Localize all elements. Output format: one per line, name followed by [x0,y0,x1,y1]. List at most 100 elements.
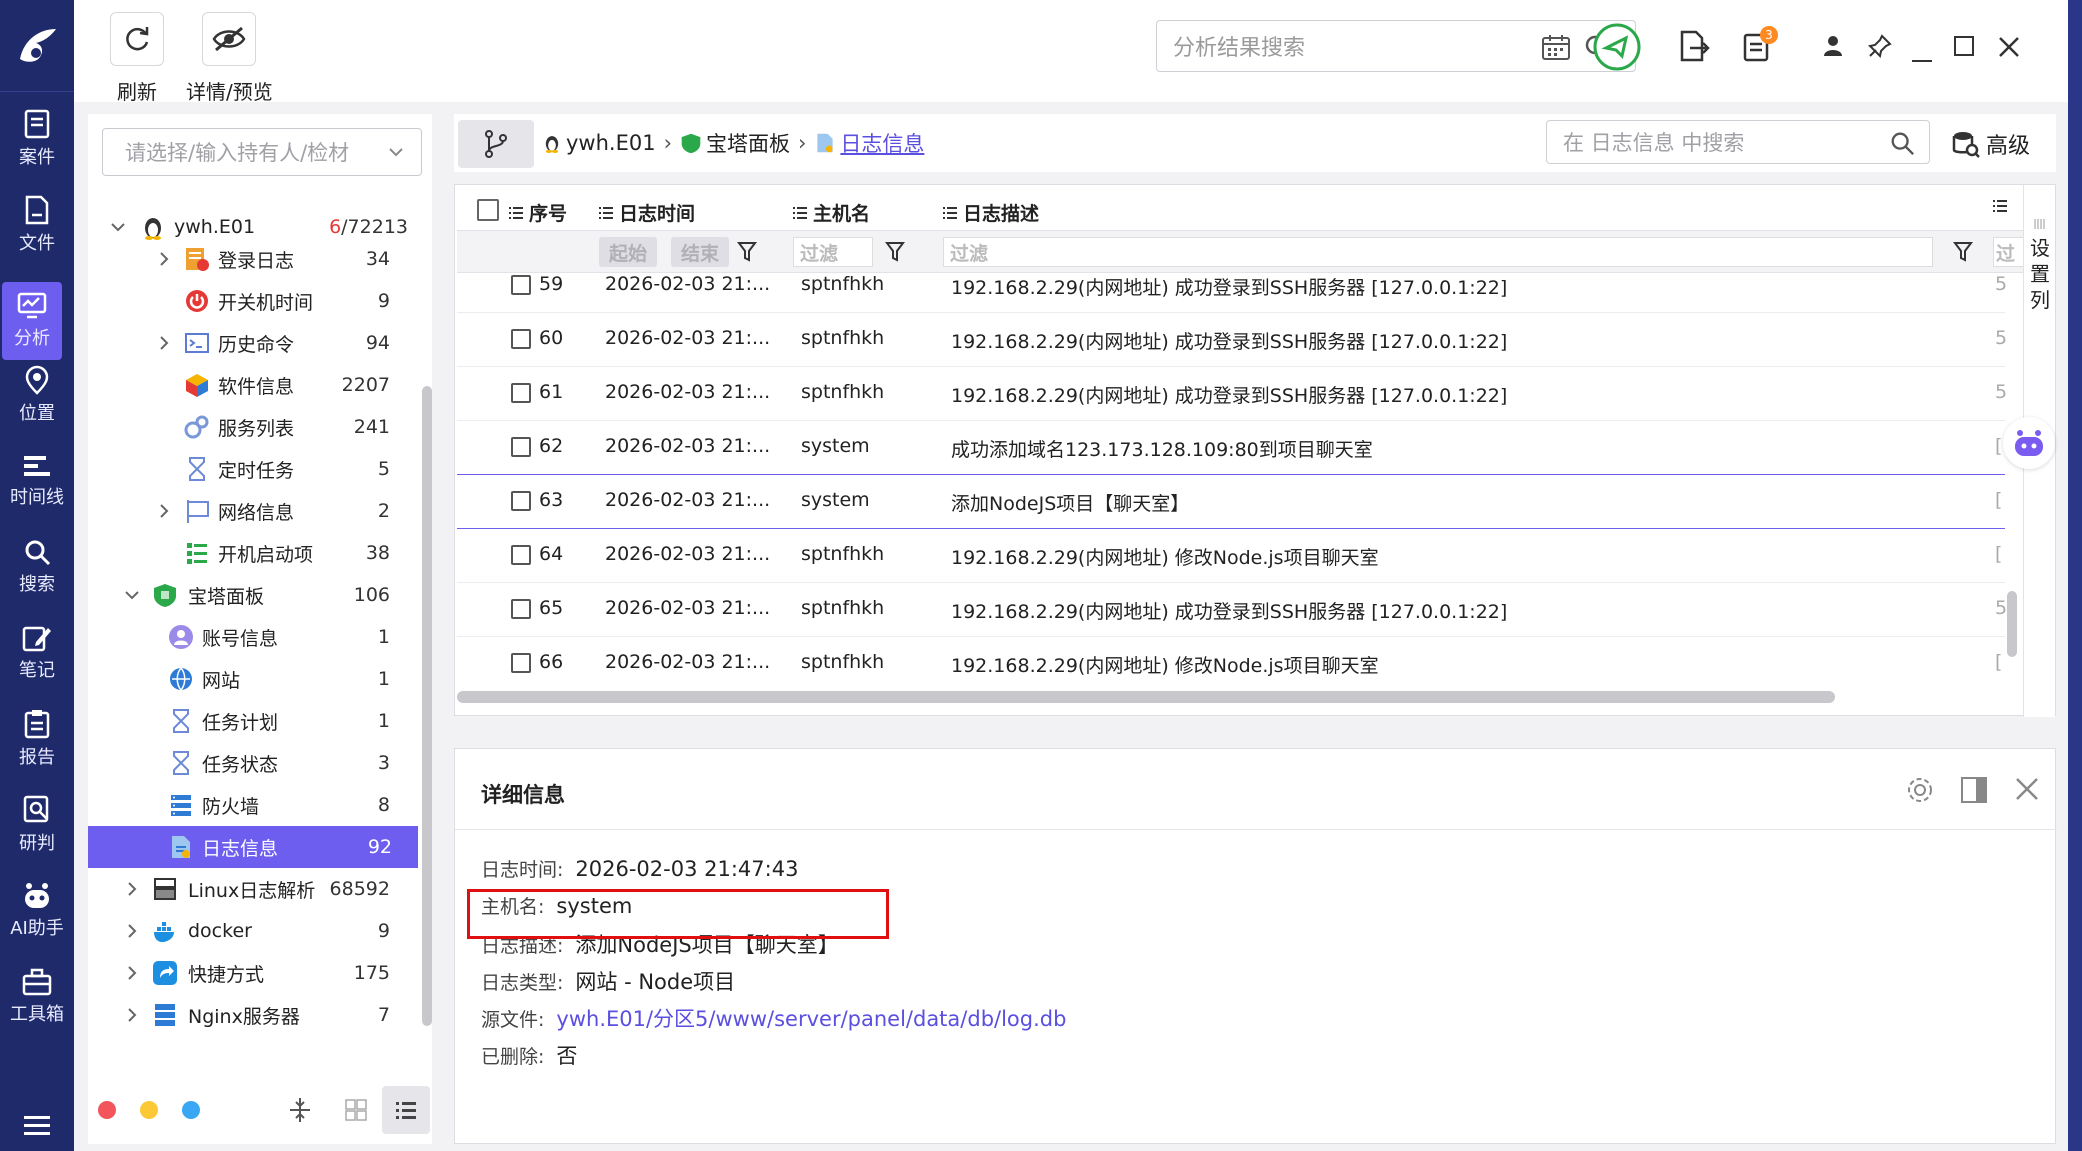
log-search-input[interactable]: 在 日志信息 中搜索 [1546,120,1930,164]
tree-item-history-cmd[interactable]: 历史命令 94 [88,322,418,364]
column-index[interactable]: 序号 [509,199,567,226]
split-panel-icon[interactable] [1959,775,1989,805]
table-row[interactable]: 61 2026-02-03 21:... sptnfhkh 192.168.2.… [457,367,2007,421]
tree-item-account[interactable]: 账号信息 1 [88,616,418,658]
tree-item-linux-log[interactable]: Linux日志解析 68592 [88,868,418,910]
nav-ai-assistant[interactable]: AI助手 [0,872,74,950]
chevron-right-icon[interactable] [156,335,172,351]
chevron-right-icon[interactable] [124,1007,140,1023]
chevron-right-icon[interactable] [124,881,140,897]
extra-filter-input[interactable]: 过 [1993,237,2025,267]
row-checkbox[interactable] [511,599,531,619]
minimize-button[interactable] [1912,44,1932,68]
time-end-filter[interactable]: 结束 [671,237,729,267]
search-icon[interactable] [1889,130,1915,156]
table-row[interactable]: 66 2026-02-03 21:... sptnfhkh 192.168.2.… [457,637,2005,685]
chevron-right-icon[interactable] [124,923,140,939]
chevron-right-icon[interactable] [156,251,172,267]
breadcrumb-current[interactable]: 日志信息 [840,128,924,158]
grid-view-icon[interactable] [344,1098,368,1122]
maximize-button[interactable] [1954,36,1974,61]
row-checkbox[interactable] [511,329,531,349]
nav-note[interactable]: 笔记 [0,614,74,692]
advanced-search-button[interactable]: 高级 [1952,128,2030,160]
close-window-button[interactable] [1998,36,2020,63]
list-view-button[interactable] [382,1086,430,1134]
table-row[interactable]: 62 2026-02-03 21:... system 成功添加域名123.17… [457,421,2005,475]
tree-item-task-plan[interactable]: 任务计划 1 [88,700,418,742]
analysis-search-input[interactable]: 分析结果搜索 [1156,20,1636,72]
chevron-down-icon[interactable] [124,587,140,603]
chevron-right-icon[interactable] [124,965,140,981]
shield-status-button[interactable] [1592,22,1642,77]
tree-item-log-info[interactable]: 日志信息 92 [88,826,418,868]
nav-case[interactable]: 案件 [0,100,74,178]
tree-item-startup[interactable]: 开机启动项 38 [88,532,418,574]
chevron-down-icon[interactable] [110,219,126,235]
row-checkbox[interactable] [511,545,531,565]
detail-preview-button[interactable]: 详情/预览 [186,12,273,105]
gear-icon[interactable] [1905,775,1935,805]
column-desc[interactable]: 日志描述 [943,199,1039,226]
tree-item-docker[interactable]: docker 9 [88,910,418,952]
table-row[interactable]: 60 2026-02-03 21:... sptnfhkh 192.168.2.… [457,313,2007,367]
horizontal-scrollbar[interactable] [457,691,1835,703]
tree-item-power-time[interactable]: 开关机时间 9 [88,280,418,322]
close-icon[interactable] [2013,775,2041,803]
tree-item-task-status[interactable]: 任务状态 3 [88,742,418,784]
table-row[interactable]: 65 2026-02-03 21:... sptnfhkh 192.168.2.… [457,583,2007,637]
red-tag-dot[interactable] [98,1101,116,1119]
desc-filter-input[interactable]: 过滤 [943,237,1933,267]
branch-button[interactable] [458,120,534,168]
source-file-link[interactable]: ywh.E01/分区5/www/server/panel/data/db/log… [556,1003,1066,1033]
nav-judge[interactable]: 研判 [0,786,74,864]
host-filter-input[interactable]: 过滤 [793,237,873,267]
select-all-checkbox[interactable] [477,199,499,221]
tree-item-website[interactable]: 网站 1 [88,658,418,700]
column-extra[interactable] [1993,199,2013,213]
nav-file[interactable]: 文件 [0,186,74,264]
nav-analysis[interactable]: 分析 [2,282,62,360]
tree-item-cron[interactable]: 定时任务 5 [88,448,418,490]
ai-assistant-float-button[interactable] [2003,417,2055,469]
menu-button[interactable] [0,1113,74,1137]
nav-location[interactable]: 位置 [0,356,74,434]
tree-item-firewall[interactable]: 防火墙 8 [88,784,418,826]
row-checkbox[interactable] [511,275,531,295]
column-time[interactable]: 日志时间 [599,199,695,226]
filter-funnel-icon[interactable] [885,241,905,263]
filter-funnel-icon[interactable] [737,241,757,263]
pin-button[interactable] [1867,34,1892,63]
table-row[interactable]: 59 2026-02-03 21:... sptnfhkh 192.168.2.… [457,275,2007,313]
row-checkbox[interactable] [511,383,531,403]
vertical-scrollbar[interactable] [2007,591,2017,657]
tree-item-services[interactable]: 服务列表 241 [88,406,418,448]
user-button[interactable] [1822,34,1844,63]
holder-select[interactable]: 请选择/输入持有人/检材 [102,128,422,176]
time-start-filter[interactable]: 起始 [599,237,657,267]
nav-search[interactable]: 搜索 [0,528,74,606]
column-host[interactable]: 主机名 [793,199,870,226]
filter-funnel-icon[interactable] [1953,241,1973,263]
row-checkbox[interactable] [511,437,531,457]
nav-toolbox[interactable]: 工具箱 [0,958,74,1036]
breadcrumb-middle[interactable]: 宝塔面板 [706,128,790,158]
collapse-all-icon[interactable] [288,1096,312,1124]
refresh-button[interactable]: 刷新 [110,12,164,105]
breadcrumb-root[interactable]: ywh.E01 [566,131,656,155]
calendar-icon[interactable] [1541,33,1571,61]
row-checkbox[interactable] [511,491,531,511]
table-row[interactable]: 64 2026-02-03 21:... sptnfhkh 192.168.2.… [457,529,2005,583]
yellow-tag-dot[interactable] [140,1101,158,1119]
blue-tag-dot[interactable] [182,1101,200,1119]
tree-item-bt-panel[interactable]: 宝塔面板 106 [88,574,418,616]
tree-scrollbar[interactable] [422,386,432,1026]
task-list-button[interactable]: 3 [1742,26,1778,67]
nav-timeline[interactable]: 时间线 [0,442,74,520]
tree-item-network[interactable]: 网络信息 2 [88,490,418,532]
export-button[interactable] [1678,30,1710,67]
row-checkbox[interactable] [511,653,531,673]
nav-report[interactable]: 报告 [0,700,74,778]
tree-item-login-log[interactable]: 登录日志 34 [88,238,418,280]
tree-item-shortcut[interactable]: 快捷方式 175 [88,952,418,994]
